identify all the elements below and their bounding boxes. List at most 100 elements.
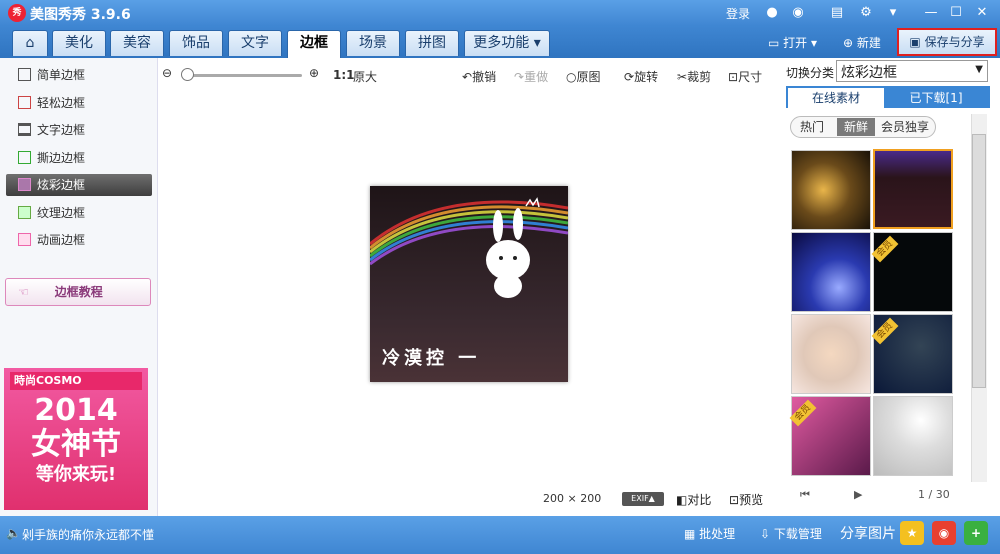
menu-icon[interactable]: ▾ <box>884 4 902 22</box>
next-page-button[interactable]: ▶ <box>854 488 862 501</box>
sidebar-item-text-frame[interactable]: 文字边框 <box>18 119 150 141</box>
filter-vip-only[interactable]: 会员独享 <box>881 118 929 136</box>
resize-icon: ⊡ <box>728 70 739 84</box>
tab-beautify[interactable]: 美化 <box>52 30 106 56</box>
filter-new[interactable]: 新鲜 <box>837 118 875 136</box>
resize-button[interactable]: ⊡尺寸 <box>728 68 762 85</box>
zoom-in-icon[interactable]: ⊕ <box>309 66 319 80</box>
weibo-icon[interactable]: ◉ <box>789 4 807 22</box>
folder-icon: ▭ <box>768 36 784 50</box>
original-image-button[interactable]: ○原图 <box>566 68 601 85</box>
star-icon[interactable]: ★ <box>900 521 924 545</box>
compare-icon: ◧ <box>676 493 688 507</box>
image-dimensions: 200 × 200 <box>543 492 602 505</box>
ad-brand: 時尚COSMO <box>10 372 142 390</box>
save-share-button[interactable]: ▣ 保存与分享 <box>897 28 997 56</box>
save-icon: ▣ <box>909 35 925 49</box>
scissors-icon: ✂ <box>677 70 688 84</box>
undo-button[interactable]: ↶撤销 <box>462 68 496 85</box>
tab-downloaded[interactable]: 已下载[1] <box>886 88 986 108</box>
download-manager-button[interactable]: ⇩ 下载管理 <box>760 525 822 542</box>
sidebar-item-animated-frame[interactable]: 动画边框 <box>18 229 150 251</box>
vip-badge: 会员 <box>871 317 899 345</box>
category-select[interactable]: 炫彩边框 ▼ <box>836 60 988 82</box>
scrollbar-thumb[interactable] <box>972 134 986 388</box>
skin-icon[interactable]: ▤ <box>828 4 846 22</box>
frame-thumbnail[interactable] <box>791 232 871 312</box>
dropdown-arrow-icon: ▼ <box>975 64 983 75</box>
sidebar-item-colorful-frame[interactable]: 炫彩边框 <box>6 174 152 196</box>
frame-thumbnail-selected[interactable] <box>873 149 953 229</box>
compare-button[interactable]: ◧对比 <box>676 491 711 508</box>
tab-text[interactable]: 文字 <box>228 30 282 56</box>
sidebar-item-texture-frame[interactable]: 纹理边框 <box>18 202 150 224</box>
close-icon[interactable]: ✕ <box>973 4 991 22</box>
frame-thumbnail[interactable] <box>791 150 871 230</box>
rotate-button[interactable]: ⟳旋转 <box>624 68 658 85</box>
tab-more-features[interactable]: 更多功能 ▾ <box>464 30 550 56</box>
home-icon: ⌂ <box>25 35 35 51</box>
easy-frame-icon <box>18 96 31 109</box>
undo-icon: ↶ <box>462 70 473 84</box>
new-button[interactable]: ⊕ 新建 <box>843 34 881 51</box>
actual-size-label: 1:1 <box>333 68 355 82</box>
tab-collage[interactable]: 拼图 <box>405 30 459 56</box>
sidebar-item-simple-frame[interactable]: 简单边框 <box>18 64 150 86</box>
original-size-button[interactable]: 原大 <box>353 68 377 85</box>
texture-frame-icon <box>18 206 31 219</box>
zoom-slider-track[interactable] <box>184 74 302 77</box>
app-title: 美图秀秀 3.9.6 <box>30 7 131 23</box>
zoom-out-icon[interactable]: ⊖ <box>162 66 172 80</box>
batch-icon: ▦ <box>684 527 700 541</box>
frame-tutorial-button[interactable]: ☜ 边框教程 <box>5 278 151 306</box>
plus-icon: ⊕ <box>843 36 857 50</box>
frame-thumbnail[interactable]: 会员 <box>871 232 953 312</box>
first-page-button[interactable]: ⏮ <box>800 488 810 502</box>
sidebar-item-easy-frame[interactable]: 轻松边框 <box>18 92 150 114</box>
text-frame-icon <box>18 123 31 136</box>
home-button[interactable]: ⌂ <box>12 30 48 56</box>
crop-button[interactable]: ✂裁剪 <box>677 68 711 85</box>
login-link[interactable]: 登录 <box>726 5 750 22</box>
ad-headline: 女神节 <box>31 427 121 462</box>
open-button[interactable]: ▭ 打开 ▾ <box>768 34 817 51</box>
frame-thumbnail[interactable]: 会员 <box>789 396 871 476</box>
qq-icon[interactable]: ● <box>763 4 781 22</box>
category-label: 切换分类 <box>786 66 835 80</box>
colorful-frame-icon <box>18 178 31 191</box>
title-bar <box>0 0 1000 26</box>
ad-tagline: 等你来玩! <box>35 464 117 485</box>
zoom-slider-handle[interactable] <box>181 68 194 81</box>
hand-icon: ☜ <box>18 285 29 299</box>
weibo-share-icon[interactable]: ◉ <box>932 521 956 545</box>
torn-frame-icon <box>18 151 31 164</box>
preview-button[interactable]: ⊡预览 <box>729 491 763 508</box>
sidebar-item-torn-frame[interactable]: 撕边边框 <box>18 147 150 169</box>
tab-beauty[interactable]: 美容 <box>110 30 164 56</box>
tab-scene[interactable]: 场景 <box>346 30 400 56</box>
frame-thumbnail[interactable] <box>873 396 953 476</box>
vip-badge: 会员 <box>871 235 899 263</box>
minimize-icon[interactable]: — <box>922 4 940 22</box>
frame-thumbnail[interactable] <box>791 314 871 394</box>
maximize-icon[interactable]: ☐ <box>947 4 965 22</box>
circle-icon: ○ <box>566 70 577 84</box>
exif-button[interactable]: EXIF▲ <box>622 492 664 506</box>
ad-banner[interactable]: 時尚COSMO 2014 女神节 等你来玩! <box>4 368 148 510</box>
share-image-button[interactable]: 分享图片 <box>840 523 896 543</box>
tab-accessories[interactable]: 饰品 <box>169 30 223 56</box>
tab-frame[interactable]: 边框 <box>287 30 341 58</box>
download-icon: ⇩ <box>760 527 774 541</box>
tab-online-materials[interactable]: 在线素材 <box>788 88 884 108</box>
status-message[interactable]: 剁手族的痛你永远都不懂 <box>22 526 154 543</box>
rotate-icon: ⟳ <box>624 70 635 84</box>
batch-button[interactable]: ▦ 批处理 <box>684 525 735 542</box>
redo-button[interactable]: ↷重做 <box>514 68 548 85</box>
vip-badge: 会员 <box>789 399 817 427</box>
frame-thumbnail[interactable]: 会员 <box>871 314 953 394</box>
settings-icon[interactable]: ⚙ <box>857 4 875 22</box>
page-indicator: 1 / 30 <box>918 488 950 501</box>
add-icon[interactable]: + <box>964 521 988 545</box>
filter-hot[interactable]: 热门 <box>800 118 824 136</box>
speaker-icon: 🔈 <box>6 526 21 540</box>
